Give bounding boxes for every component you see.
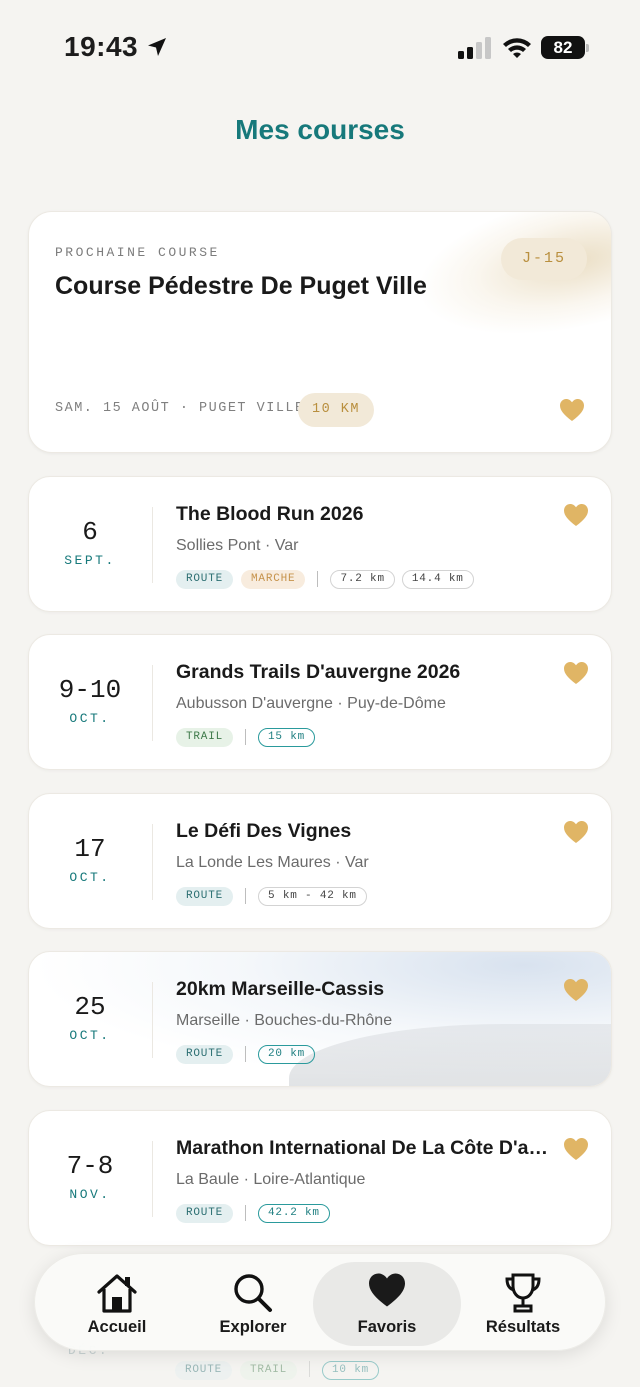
tab-home[interactable]: Accueil (43, 1262, 191, 1346)
status-time: 19:43 (64, 31, 139, 62)
wifi-icon (503, 38, 531, 58)
race-location: Aubusson D'auvergne · Puy-de-Dôme (176, 695, 446, 712)
race-day: 6 (82, 517, 98, 547)
tab-results-label: Résultats (485, 1318, 561, 1336)
next-race-card[interactable]: PROCHAINE COURSE Course Pédestre De Puge… (28, 211, 612, 453)
distance-pill: 14.4 km (401, 569, 474, 589)
tag-route: ROUTE (176, 886, 234, 906)
countdown-badge: J-15 (501, 238, 587, 280)
race-tags: ROUTE 20 km (176, 1044, 322, 1064)
race-location: La Baule · Loire-Atlantique (176, 1171, 366, 1188)
race-card[interactable]: 17 OCT. Le Défi Des Vignes La Londe Les … (28, 793, 612, 929)
race-tags: ROUTE 5 km - 42 km (176, 886, 374, 906)
home-icon (97, 1274, 137, 1313)
race-title: Grands Trails D'auvergne 2026 (176, 661, 461, 683)
race-tags: ROUTE 42.2 km (176, 1203, 337, 1223)
race-date: 7-8 NOV. (29, 1149, 151, 1202)
race-tags: ROUTE MARCHE 7.2 km 14.4 km (176, 569, 481, 589)
next-race-distance-badge: 10 KM (298, 393, 374, 427)
divider (152, 665, 153, 741)
tag-marche: MARCHE (241, 569, 306, 589)
next-race-meta: SAM. 15 AOÛT · PUGET VILLE (55, 401, 305, 416)
distance-pill: 42.2 km (258, 1203, 330, 1223)
race-month: NOV. (69, 1187, 111, 1202)
tag-route: ROUTE (176, 1044, 234, 1064)
tab-results[interactable]: Résultats (449, 1262, 597, 1346)
divider (152, 982, 153, 1058)
cellular-signal-icon (458, 37, 491, 59)
race-day: 9-10 (58, 675, 122, 705)
tab-favorites-label: Favoris (357, 1318, 417, 1336)
race-tags: TRAIL 15 km (176, 727, 322, 747)
divider (152, 507, 153, 583)
battery-level: 82 (541, 36, 585, 59)
distance-pill: 20 km (258, 1044, 316, 1064)
distance-pill: 10 km (322, 1361, 380, 1380)
race-location: La Londe Les Maures · Var (176, 854, 369, 871)
divider (152, 824, 153, 900)
location-arrow-icon (148, 38, 166, 56)
race-title: 20km Marseille-Cassis (176, 978, 385, 1000)
race-location: Sollies Pont · Var (176, 537, 299, 554)
race-card[interactable]: 7-8 NOV. Marathon International De La Cô… (28, 1110, 612, 1246)
race-day: 25 (74, 992, 106, 1022)
race-location: Marseille · Bouches-du-Rhône (176, 1012, 393, 1029)
tab-bar: Accueil Explorer Favoris Résultats (34, 1253, 606, 1351)
tag-trail: TRAIL (240, 1361, 298, 1380)
race-title: Le Défi Des Vignes (176, 820, 352, 842)
page-title: Mes courses (235, 114, 405, 145)
heart-icon (369, 1273, 405, 1307)
race-title: The Blood Run 2026 (176, 503, 364, 525)
status-bar: 19:43 82 (0, 0, 640, 96)
race-card[interactable]: 25 OCT. 20km Marseille-Cassis Marseille … (28, 951, 612, 1087)
search-icon (234, 1274, 272, 1312)
race-date: 17 OCT. (29, 832, 151, 885)
tag-route: ROUTE (176, 569, 234, 589)
tag-trail: TRAIL (176, 727, 234, 747)
next-race-name: Course Pédestre De Puget Ville (55, 272, 427, 300)
favorite-heart-icon[interactable] (563, 661, 589, 685)
divider (152, 1141, 153, 1217)
battery-icon: 82 (541, 36, 589, 59)
tag-route: ROUTE (175, 1361, 233, 1380)
race-day: 17 (74, 834, 106, 864)
tab-home-label: Accueil (87, 1318, 147, 1336)
decorative-glow (408, 212, 611, 358)
race-month: OCT. (69, 1028, 111, 1043)
tab-explore-label: Explorer (219, 1318, 287, 1336)
race-title: Marathon International De La Côte D'am..… (176, 1137, 556, 1159)
race-month: OCT. (69, 870, 111, 885)
next-race-eyebrow: PROCHAINE COURSE (55, 245, 220, 260)
tag-route: ROUTE (176, 1203, 234, 1223)
favorite-heart-icon[interactable] (563, 503, 589, 527)
tab-explore[interactable]: Explorer (179, 1262, 327, 1346)
favorite-heart-icon[interactable] (563, 978, 589, 1002)
race-day: 7-8 (66, 1151, 114, 1181)
race-date: 25 OCT. (29, 990, 151, 1043)
tab-favorites[interactable]: Favoris (313, 1262, 461, 1346)
race-month: OCT. (69, 711, 111, 726)
distance-pill: 5 km - 42 km (258, 886, 367, 906)
race-month: SEPT. (64, 553, 116, 568)
race-date: 6 SEPT. (29, 515, 151, 568)
race-date: 9-10 OCT. (29, 673, 151, 726)
favorite-heart-icon[interactable] (563, 1137, 589, 1161)
trophy-icon (505, 1273, 541, 1313)
distance-pill: 7.2 km (330, 569, 395, 589)
favorite-heart-icon[interactable] (563, 820, 589, 844)
race-card[interactable]: 6 SEPT. The Blood Run 2026 Sollies Pont … (28, 476, 612, 612)
distance-pill: 15 km (258, 727, 316, 747)
favorite-heart-icon[interactable] (559, 398, 585, 422)
race-card[interactable]: 9-10 OCT. Grands Trails D'auvergne 2026 … (28, 634, 612, 770)
race-tags: ROUTE TRAIL 10 km (175, 1361, 386, 1380)
